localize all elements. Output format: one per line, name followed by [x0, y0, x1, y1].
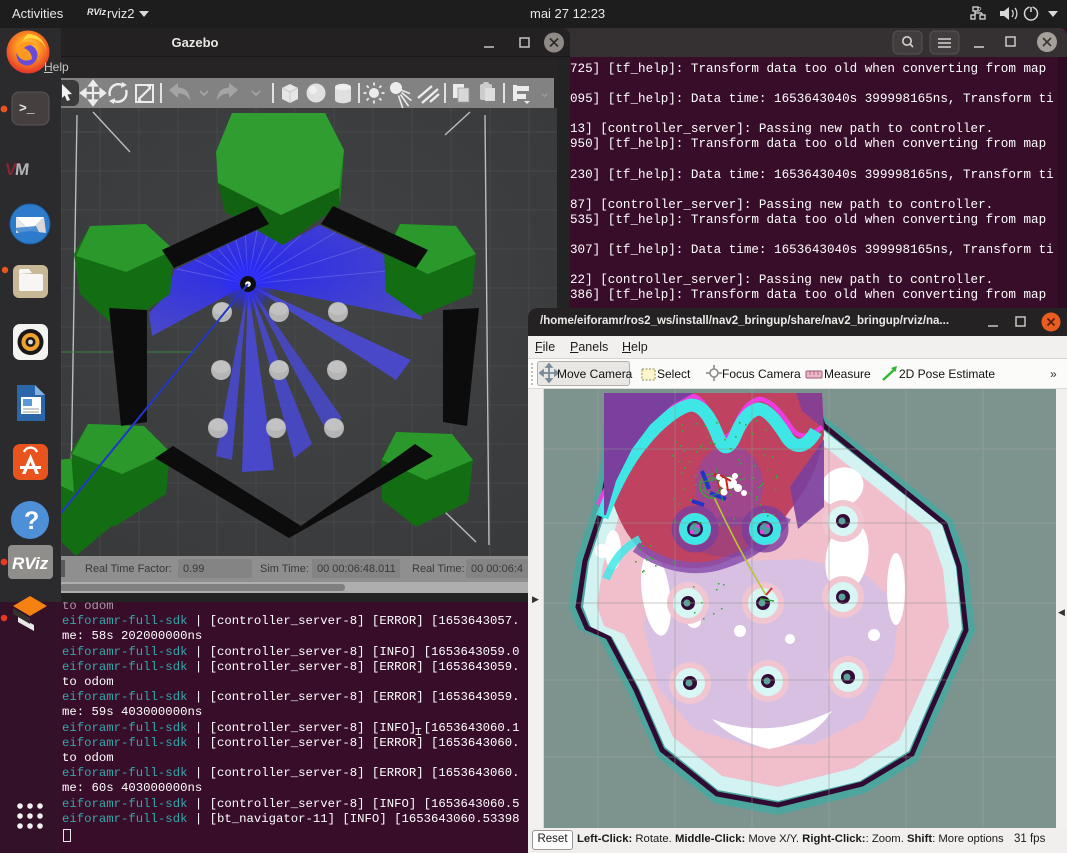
svg-text:RViz: RViz: [12, 554, 49, 573]
svg-text:?: ?: [977, 6, 982, 15]
svg-text:M: M: [14, 160, 30, 179]
svg-text:?: ?: [24, 507, 39, 535]
svg-text:>_: >_: [19, 101, 35, 116]
